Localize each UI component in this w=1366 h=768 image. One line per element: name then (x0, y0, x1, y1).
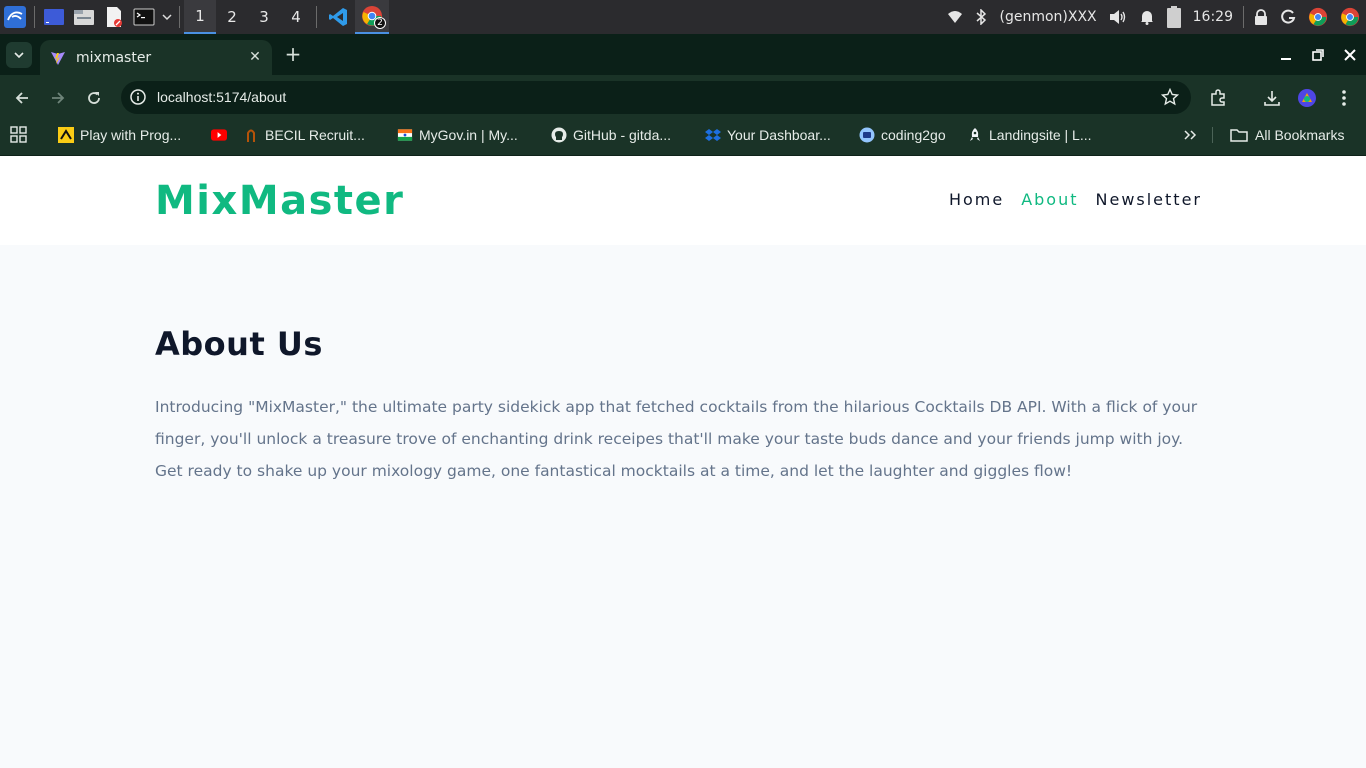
github-icon (551, 127, 567, 143)
all-bookmarks-label: All Bookmarks (1255, 127, 1345, 143)
vscode-taskbar-icon[interactable] (321, 0, 355, 34)
chrome-tray-icon-2[interactable] (1334, 0, 1366, 34)
browser-menu-icon[interactable] (1333, 87, 1355, 109)
bookmark-label: BECIL Recruit... (265, 127, 365, 143)
extensions-puzzle-icon[interactable] (1207, 87, 1229, 109)
bookmark-play-with-programming[interactable]: Play with Prog... (58, 120, 181, 150)
forward-arrow-icon[interactable] (46, 86, 70, 110)
workspace-1[interactable]: 1 (184, 0, 216, 34)
volume-icon[interactable] (1103, 0, 1133, 34)
window-count-badge: 2 (374, 17, 386, 29)
bluetooth-icon[interactable] (969, 0, 993, 34)
close-window-button[interactable] (1334, 34, 1366, 75)
genmon-label: (genmon)XXX (999, 9, 1097, 25)
nav-link-about[interactable]: About (1021, 190, 1078, 209)
show-desktop-icon[interactable] (39, 0, 69, 34)
bookmarks-divider (1212, 127, 1213, 143)
battery-icon[interactable] (1161, 0, 1187, 34)
all-bookmarks-folder[interactable]: All Bookmarks (1230, 120, 1344, 150)
bookmarks-bar: Play with Prog... BECIL Recruit... MyGov… (0, 120, 1366, 156)
workspace-2[interactable]: 2 (216, 0, 248, 34)
bookmark-label: Play with Prog... (80, 127, 182, 143)
taskbar-separator (34, 6, 35, 28)
folder-icon (1230, 127, 1248, 143)
file-manager-icon[interactable] (69, 0, 99, 34)
back-arrow-icon[interactable] (10, 86, 34, 110)
nav-link-home[interactable]: Home (949, 190, 1004, 209)
workspace-3[interactable]: 3 (248, 0, 280, 34)
bookmark-label: GitHub - gitda... (573, 127, 672, 143)
profile-avatar-icon[interactable] (1296, 87, 1318, 109)
minimize-button[interactable] (1270, 34, 1302, 75)
workspace-4[interactable]: 4 (280, 0, 312, 34)
mygov-icon (397, 127, 413, 143)
browser-tab-strip: mixmaster ✕ + (0, 34, 1366, 75)
bookmark-label: Your Dashboar... (727, 127, 831, 143)
browser-toolbar: localhost:5174/about (0, 75, 1366, 120)
dropbox-icon (705, 127, 721, 143)
kali-menu-icon[interactable] (0, 0, 30, 34)
site-navbar: MixMaster Home About Newsletter (0, 156, 1366, 245)
notifications-bell-icon[interactable] (1133, 0, 1161, 34)
apps-grid-icon[interactable] (10, 120, 28, 150)
bookmark-label: coding2go (881, 127, 946, 143)
more-bookmarks-chevron-icon[interactable] (1183, 120, 1197, 150)
about-section: About Us Introducing "MixMaster," the ul… (0, 245, 1366, 768)
chevron-down-icon[interactable] (159, 0, 175, 34)
nav-link-newsletter[interactable]: Newsletter (1096, 190, 1203, 209)
taskbar-separator (316, 6, 317, 28)
clock[interactable]: 16:29 (1187, 9, 1239, 25)
logout-icon[interactable] (1274, 0, 1302, 34)
bookmark-github[interactable]: GitHub - gitda... (551, 120, 671, 150)
chrome-tray-icon[interactable] (1302, 0, 1334, 34)
nav-links: Home About Newsletter (949, 190, 1202, 209)
address-bar[interactable]: localhost:5174/about (121, 81, 1191, 114)
text-editor-icon[interactable] (99, 0, 129, 34)
becil-icon (243, 127, 259, 143)
tab-search-button[interactable] (6, 42, 32, 68)
terminal-icon[interactable] (129, 0, 159, 34)
site-info-icon[interactable] (129, 88, 147, 106)
tab-close-icon[interactable]: ✕ (246, 48, 264, 66)
bookmark-youtube[interactable] (211, 120, 233, 150)
coding2go-icon (859, 127, 875, 143)
network-wifi-icon[interactable] (941, 0, 969, 34)
vite-favicon-icon (51, 51, 65, 65)
yellow-code-icon (58, 127, 74, 143)
page-title: About Us (155, 325, 323, 363)
bookmark-coding2go[interactable]: coding2go (859, 120, 946, 150)
bookmark-label: MyGov.in | My... (419, 127, 518, 143)
taskbar-separator (179, 6, 180, 28)
chrome-taskbar-icon[interactable]: 2 (355, 0, 389, 34)
browser-tab-active[interactable]: mixmaster ✕ (40, 40, 272, 75)
new-tab-button[interactable]: + (282, 44, 304, 66)
taskbar-separator (1243, 6, 1244, 28)
youtube-icon (211, 127, 227, 143)
os-taskbar: 1 2 3 4 2 (genmon)XXX 16:29 (0, 0, 1366, 34)
bookmark-label: Landingsite | L... (989, 127, 1092, 143)
rocket-icon (967, 127, 983, 143)
bookmark-dashboard[interactable]: Your Dashboar... (705, 120, 831, 150)
tab-title: mixmaster (76, 49, 152, 66)
url-text[interactable]: localhost:5174/about (157, 89, 286, 105)
downloads-icon[interactable] (1261, 87, 1283, 109)
about-paragraph: Introducing "MixMaster," the ultimate pa… (155, 398, 1198, 480)
bookmark-landingsite[interactable]: Landingsite | L... (967, 120, 1091, 150)
bookmark-star-icon[interactable] (1161, 88, 1179, 106)
bookmark-mygov[interactable]: MyGov.in | My... (397, 120, 518, 150)
lock-icon[interactable] (1248, 0, 1274, 34)
site-logo[interactable]: MixMaster (155, 178, 404, 224)
bookmark-becil[interactable]: BECIL Recruit... (243, 120, 365, 150)
maximize-button[interactable] (1302, 34, 1334, 75)
reload-icon[interactable] (82, 86, 106, 110)
